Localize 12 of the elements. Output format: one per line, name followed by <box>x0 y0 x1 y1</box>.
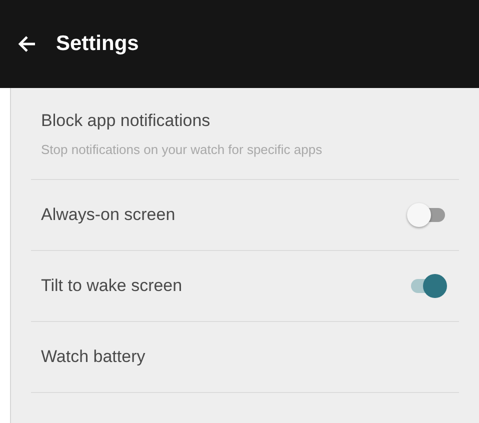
row-title: Block app notifications <box>41 110 212 132</box>
row-title: Watch battery <box>41 346 146 368</box>
settings-row[interactable]: Watch battery <box>31 322 459 393</box>
toggle-switch[interactable] <box>407 203 447 227</box>
screen-title: Settings <box>56 31 139 58</box>
row-title: Always-on screen <box>41 204 176 226</box>
back-arrow-icon[interactable] <box>18 35 36 53</box>
row-title: Tilt to wake screen <box>41 275 182 298</box>
settings-row[interactable]: Block app notifications Stop notifications on your watch for specific apps <box>31 88 459 180</box>
row-subtitle: Stop notifications on your watch for specific apps <box>41 140 322 159</box>
settings-row[interactable]: Tilt to wake screen <box>31 251 459 322</box>
settings-row[interactable]: Always-on screen <box>31 180 459 251</box>
